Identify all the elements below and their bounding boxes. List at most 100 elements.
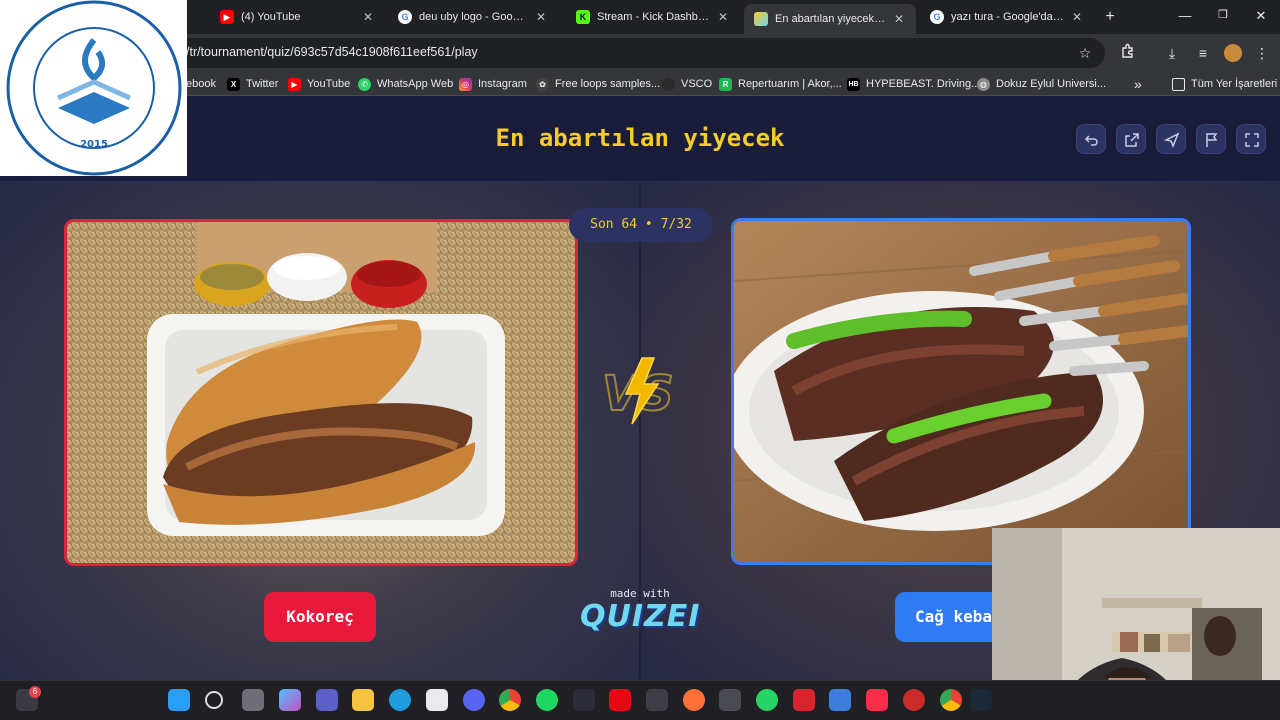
hypebeast-icon: HB <box>847 77 860 91</box>
profile-avatar[interactable] <box>1224 44 1242 62</box>
quiz-header: En abartılan yiyecek <box>0 96 1280 182</box>
app-icon[interactable] <box>793 689 815 711</box>
bookmark-star-icon[interactable]: ☆ <box>1075 43 1095 63</box>
undo-button[interactable] <box>1076 124 1106 154</box>
kick-icon: K <box>576 10 590 24</box>
app-icon[interactable] <box>903 689 925 711</box>
copilot-icon[interactable] <box>279 689 301 711</box>
bookmark-hypebeast[interactable]: HB HYPEBEAST. Driving... <box>847 76 980 92</box>
deu-uby-logo-icon: 2015 <box>6 0 182 176</box>
bookmark-facebook[interactable]: ebook <box>186 76 216 92</box>
bookmark-label: VSCO <box>681 78 713 90</box>
close-icon[interactable]: ✕ <box>1070 10 1084 24</box>
google-icon: G <box>398 10 412 24</box>
steam-icon[interactable] <box>970 689 992 711</box>
tab-quiz-active[interactable]: En abartılan yiyecek - Tier ✕ <box>744 4 916 34</box>
edge-icon[interactable] <box>389 689 411 711</box>
close-icon[interactable]: ✕ <box>361 10 375 24</box>
tab-google-search-2[interactable]: G yazı tura - Google'da Ara ✕ <box>920 4 1094 30</box>
task-view-icon[interactable] <box>242 689 264 711</box>
right-choice-card[interactable] <box>731 218 1191 565</box>
discord-icon[interactable] <box>463 689 485 711</box>
bookmark-instagram[interactable]: ◎ Instagram <box>459 76 527 92</box>
round-indicator: Son 64 • 7/32 <box>569 208 713 242</box>
bookmark-label: YouTube <box>307 78 351 90</box>
address-bar-url[interactable]: /tr/tournament/quiz/693c57d54c1908f611ee… <box>186 45 478 59</box>
bookmark-youtube[interactable]: ▶ YouTube <box>288 76 350 92</box>
store-icon[interactable] <box>426 689 448 711</box>
share-external-button[interactable] <box>1116 124 1146 154</box>
tab-title: deu uby logo - Google'da Ara <box>419 11 528 23</box>
bookmark-label: Free loops samples... <box>555 78 661 90</box>
send-icon <box>1164 132 1180 148</box>
fullscreen-icon <box>1245 133 1259 147</box>
bookmark-label: Tüm Yer İşaretleri <box>1191 78 1278 90</box>
tab-youtube[interactable]: ▶ (4) YouTube ✕ <box>210 4 385 30</box>
fullscreen-button[interactable] <box>1236 124 1266 154</box>
bookmark-twitter[interactable]: X Twitter <box>227 76 278 92</box>
tab-title: (4) YouTube <box>241 11 301 23</box>
tab-google-search[interactable]: G deu uby logo - Google'da Ara ✕ <box>388 4 558 30</box>
download-icon[interactable]: ⤓ <box>1162 43 1182 63</box>
menu-kebab-icon[interactable]: ⋮ <box>1252 43 1272 63</box>
close-icon[interactable]: ✕ <box>892 12 906 26</box>
all-bookmarks-folder[interactable]: Tüm Yer İşaretleri <box>1172 76 1277 92</box>
close-icon[interactable]: ✕ <box>716 10 730 24</box>
report-button[interactable] <box>1196 124 1226 154</box>
music-icon[interactable] <box>866 689 888 711</box>
firefox-icon[interactable] <box>683 689 705 711</box>
file-explorer-icon[interactable] <box>352 689 374 711</box>
close-icon[interactable]: ✕ <box>534 10 548 24</box>
left-choice-button[interactable]: Kokoreç <box>264 592 376 642</box>
send-button[interactable] <box>1156 124 1186 154</box>
tab-title: yazı tura - Google'da Ara <box>951 11 1064 23</box>
folder-icon <box>1172 77 1185 91</box>
undo-icon <box>1084 135 1098 146</box>
minimize-icon[interactable]: — <box>1175 8 1195 23</box>
google-icon: G <box>930 10 944 24</box>
whatsapp-icon[interactable] <box>756 689 778 711</box>
new-tab-button[interactable]: + <box>1101 8 1119 26</box>
loops-icon: ✿ <box>536 77 549 91</box>
instagram-icon: ◎ <box>459 77 472 91</box>
bookmark-vsco[interactable]: VSCO <box>662 76 712 92</box>
vs-badge: VS <box>598 354 684 426</box>
bookmark-deu[interactable]: ◍ Dokuz Eylul Universi... <box>977 76 1106 92</box>
app-icon[interactable] <box>573 689 595 711</box>
restore-icon[interactable]: ❐ <box>1213 8 1233 21</box>
netflix-icon[interactable] <box>609 689 631 711</box>
app-icon[interactable] <box>646 689 668 711</box>
x-icon: X <box>227 77 240 91</box>
quizei-brand-logo[interactable]: QUIZEI <box>580 599 700 634</box>
tab-title: Stream - Kick Dashboard <box>597 11 710 23</box>
app-icon[interactable] <box>719 689 741 711</box>
window-close-icon[interactable]: ✕ <box>1251 8 1271 24</box>
globe-icon: ◍ <box>977 77 990 91</box>
bookmark-label: HYPEBEAST. Driving... <box>866 78 981 90</box>
bookmark-label: WhatsApp Web <box>377 78 454 90</box>
cag-kebab-photo <box>734 221 1188 562</box>
chrome-active-icon[interactable] <box>940 689 962 711</box>
browser-tab-strip: ▶ (4) YouTube ✕ G deu uby logo - Google'… <box>0 0 1280 34</box>
teams-icon[interactable] <box>316 689 338 711</box>
notification-badge: 6 <box>29 686 41 698</box>
bookmark-free-loops[interactable]: ✿ Free loops samples... <box>536 76 660 92</box>
kokorec-photo <box>67 222 575 563</box>
more-bookmarks-chevron: » <box>1134 76 1142 92</box>
bookmark-whatsapp[interactable]: ✆ WhatsApp Web <box>358 76 453 92</box>
more-bookmarks-button[interactable]: » <box>1134 76 1142 92</box>
youtube-icon: ▶ <box>288 77 301 91</box>
vsco-icon <box>662 77 675 91</box>
left-choice-card[interactable] <box>64 219 578 566</box>
bookmark-label: ebook <box>186 78 216 90</box>
spotify-icon[interactable] <box>536 689 558 711</box>
lightning-vs-icon: VS <box>601 357 675 425</box>
start-icon[interactable] <box>168 689 190 711</box>
media-control-icon[interactable]: ≡ <box>1193 43 1213 63</box>
chrome-icon[interactable] <box>499 689 521 711</box>
app-icon[interactable] <box>829 689 851 711</box>
extensions-icon[interactable] <box>1118 43 1138 63</box>
bookmark-repertuar[interactable]: R Repertuarım | Akor,... <box>719 76 842 92</box>
tab-kick-dashboard[interactable]: K Stream - Kick Dashboard ✕ <box>566 4 740 30</box>
search-icon[interactable] <box>205 691 223 709</box>
